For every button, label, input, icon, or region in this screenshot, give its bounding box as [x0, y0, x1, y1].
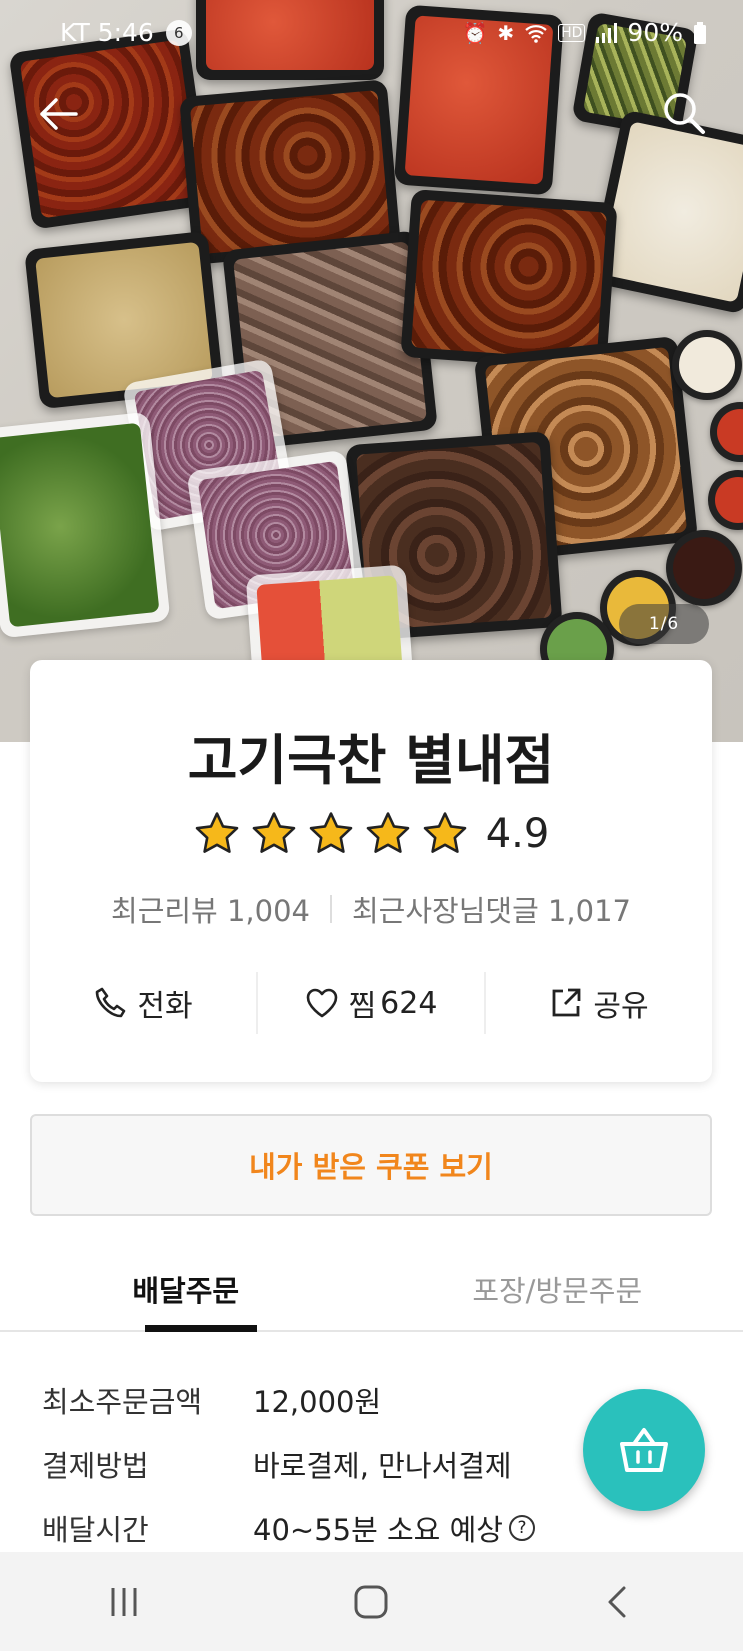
like-label: 찜 — [348, 989, 377, 1024]
home-icon[interactable] — [351, 1582, 391, 1622]
delivery-details: 최소주문금액 12,000원 결제방법 바로결제, 만나서결제 배달시간 40~… — [42, 1368, 535, 1560]
share-icon — [552, 988, 581, 1017]
basket-icon — [620, 1428, 668, 1472]
order-type-tabs: 배달주문 포장/방문주문 — [0, 1248, 743, 1332]
store-info-card: 고기극찬 별내점 4.9 최근리뷰 1,004 최근사장님댓글 1,017 전화… — [30, 660, 712, 1082]
delivery-time-label: 배달시간 — [42, 1513, 149, 1547]
payment-label: 결제방법 — [42, 1449, 149, 1483]
status-bar: KT 5:46 6 ⏰ ✱ HD 90% — [0, 0, 743, 70]
back-icon[interactable] — [599, 1582, 639, 1622]
view-coupons-button[interactable]: 내가 받은 쿠폰 보기 — [30, 1114, 712, 1216]
sauce-bowl — [708, 470, 743, 530]
rating-score: 4.9 — [485, 811, 550, 857]
recent-owner-replies-link[interactable]: 최근사장님댓글 1,017 — [352, 888, 631, 930]
recent-reviews-link[interactable]: 최근리뷰 1,004 — [111, 888, 310, 930]
tab-delivery[interactable]: 배달주문 — [0, 1248, 372, 1332]
bluetooth-icon: ✱ — [497, 20, 515, 45]
like-count: 624 — [380, 985, 438, 1021]
store-hero-image[interactable]: 1/6 — [0, 0, 743, 742]
battery-icon — [694, 21, 706, 44]
detail-row-min-order: 최소주문금액 12,000원 — [42, 1368, 535, 1432]
detail-row-payment: 결제방법 바로결제, 만나서결제 — [42, 1432, 535, 1496]
min-order-value: 12,000원 — [253, 1385, 382, 1419]
share-button[interactable]: 공유 — [484, 972, 712, 1034]
sauce-bowl — [666, 530, 742, 606]
star-icon — [366, 812, 409, 853]
battery-percent: 90% — [627, 18, 683, 47]
call-label: 전화 — [137, 989, 193, 1024]
food-tray — [400, 189, 618, 371]
review-stats: 최근리뷰 1,004 최근사장님댓글 1,017 — [30, 888, 712, 930]
search-icon[interactable] — [661, 90, 707, 136]
heart-icon — [306, 988, 337, 1018]
star-icon — [252, 812, 295, 853]
help-icon[interactable]: ? — [508, 1515, 535, 1541]
hd-icon: HD — [558, 23, 586, 42]
signal-icon — [596, 22, 618, 43]
system-nav-bar — [0, 1552, 743, 1651]
detail-row-delivery-time: 배달시간 40~55분 소요 예상 ? — [42, 1496, 535, 1560]
star-icon — [309, 812, 352, 853]
star-icon — [423, 812, 466, 853]
payment-value: 바로결제, 만나서결제 — [253, 1449, 512, 1483]
share-label: 공유 — [593, 989, 649, 1024]
like-button[interactable]: 찜 624 — [256, 972, 484, 1034]
sauce-bowl — [672, 330, 742, 400]
lettuce-container — [0, 411, 171, 639]
cart-button[interactable] — [583, 1389, 705, 1511]
phone-icon — [96, 987, 126, 1018]
sauce-bowl — [710, 402, 743, 462]
notification-count-badge: 6 — [165, 19, 192, 46]
tab-pickup[interactable]: 포장/방문주문 — [372, 1248, 743, 1330]
delivery-time-value: 40~55분 소요 예상 — [253, 1513, 503, 1547]
stats-divider — [329, 895, 332, 923]
store-name: 고기극찬 별내점 — [187, 729, 555, 792]
back-arrow-icon[interactable] — [36, 92, 80, 136]
carrier-time: KT 5:46 — [60, 18, 154, 47]
image-counter: 1/6 — [619, 604, 709, 644]
action-bar: 전화 찜 624 공유 — [30, 972, 712, 1034]
rating-row: 4.9 — [30, 810, 712, 858]
call-button[interactable]: 전화 — [30, 972, 256, 1034]
min-order-label: 최소주문금액 — [42, 1385, 203, 1419]
star-icon — [195, 812, 238, 853]
recent-apps-icon[interactable] — [104, 1582, 144, 1622]
alarm-icon: ⏰ — [462, 20, 488, 45]
wifi-icon — [525, 24, 547, 43]
